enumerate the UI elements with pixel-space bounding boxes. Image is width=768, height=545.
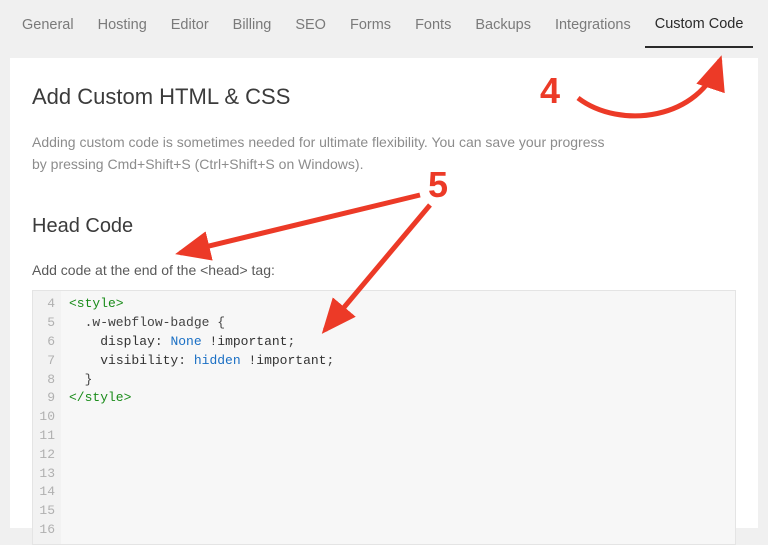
tab-fonts[interactable]: Fonts <box>405 3 461 47</box>
head-code-title: Head Code <box>32 215 736 238</box>
code-gutter: 45678910111213141516 <box>33 291 61 543</box>
tab-billing[interactable]: Billing <box>223 3 282 47</box>
tab-general[interactable]: General <box>12 3 84 47</box>
code-content[interactable]: <style> .w-webflow-badge { display: None… <box>61 291 342 543</box>
page-title: Add Custom HTML & CSS <box>32 84 736 110</box>
page-description: Adding custom code is sometimes needed f… <box>32 132 622 175</box>
tab-hosting[interactable]: Hosting <box>88 3 157 47</box>
head-code-editor[interactable]: 45678910111213141516 <style> .w-webflow-… <box>32 290 736 544</box>
tab-editor[interactable]: Editor <box>161 3 219 47</box>
tab-seo[interactable]: SEO <box>285 3 336 47</box>
tab-custom-code[interactable]: Custom Code <box>645 2 754 48</box>
tab-forms[interactable]: Forms <box>340 3 401 47</box>
settings-tabs: General Hosting Editor Billing SEO Forms… <box>0 0 768 50</box>
tab-integrations[interactable]: Integrations <box>545 3 641 47</box>
custom-code-panel: Add Custom HTML & CSS Adding custom code… <box>10 58 758 528</box>
tab-backups[interactable]: Backups <box>465 3 541 47</box>
head-code-hint: Add code at the end of the <head> tag: <box>32 262 736 278</box>
